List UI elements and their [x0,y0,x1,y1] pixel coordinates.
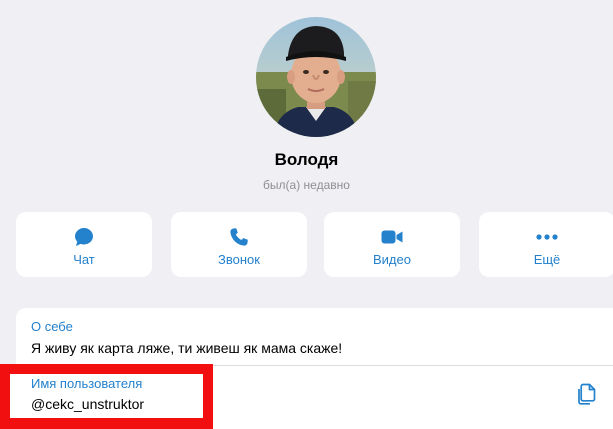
profile-page: Володя был(а) недавно Чат Звонок Видео Е… [0,0,613,429]
about-label: О себе [31,319,73,334]
call-button[interactable]: Звонок [171,212,307,277]
chat-bubble-icon [16,226,152,248]
avatar[interactable] [256,17,376,137]
video-button[interactable]: Видео [324,212,460,277]
video-camera-icon [324,226,460,248]
call-button-label: Звонок [218,252,260,267]
last-seen-status: был(а) недавно [263,178,350,192]
chat-button[interactable]: Чат [16,212,152,277]
profile-name: Володя [274,150,339,169]
phone-icon [171,226,307,248]
username-field[interactable]: Имя пользователя @cekc_unstruktor [10,374,203,418]
about-value[interactable]: Я живу як карта ляже, ти живеш як мама с… [31,340,342,356]
action-buttons: Чат Звонок Видео Ещё [16,212,613,278]
username-label: Имя пользователя [31,376,143,391]
avatar-photo [256,17,376,137]
video-button-label: Видео [373,252,411,267]
chat-button-label: Чат [73,252,95,267]
username-highlight: Имя пользователя @cekc_unstruktor [0,364,213,429]
more-dots-icon [479,226,613,248]
more-button-label: Ещё [533,252,561,267]
username-value[interactable]: @cekc_unstruktor [31,396,144,412]
copy-icon[interactable] [576,382,598,406]
more-button[interactable]: Ещё [479,212,613,277]
